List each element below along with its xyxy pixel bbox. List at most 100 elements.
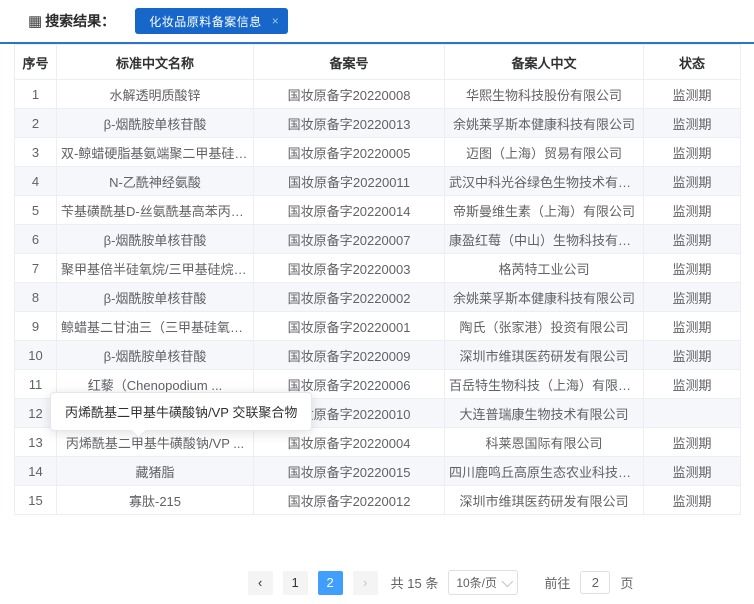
next-page-button[interactable]: › xyxy=(353,571,378,595)
table-row: 10β-烟酰胺单核苷酸国妆原备字20220009深圳市维琪医药研发有限公司监测期 xyxy=(15,341,741,370)
cell-standard-chinese-name[interactable]: 水解透明质酸锌 xyxy=(57,80,254,109)
cell-filing-number: 国妆原备字20220014 xyxy=(254,196,445,225)
cell-standard-chinese-name[interactable]: 藏猪脂 xyxy=(57,457,254,486)
cell-registrant: 帝斯曼维生素（上海）有限公司 xyxy=(445,196,644,225)
jump-page-input[interactable] xyxy=(580,571,610,594)
cell-registrant: 深圳市维琪医药研发有限公司 xyxy=(445,486,644,515)
cell-filing-number: 国妆原备字20220008 xyxy=(254,80,445,109)
cell-registrant: 陶氏（张家港）投资有限公司 xyxy=(445,312,644,341)
cell-filing-number: 国妆原备字20220015 xyxy=(254,457,445,486)
cell-status: 监测期 xyxy=(644,80,741,109)
cell-registrant: 武汉中科光谷绿色生物技术有限公... xyxy=(445,167,644,196)
cell-registrant: 四川鹿鸣丘高原生态农业科技有限... xyxy=(445,457,644,486)
chevron-down-icon xyxy=(502,575,513,586)
cell-registrant: 康盈红莓（中山）生物科技有限公... xyxy=(445,225,644,254)
cell-index: 15 xyxy=(15,486,57,515)
cell-standard-chinese-name[interactable]: 聚甲基倍半硅氧烷/三甲基硅烷氧... xyxy=(57,254,254,283)
close-icon[interactable]: × xyxy=(272,15,279,27)
cell-registrant: 迈图（上海）贸易有限公司 xyxy=(445,138,644,167)
cell-index: 6 xyxy=(15,225,57,254)
cell-index: 3 xyxy=(15,138,57,167)
table-row: 14藏猪脂国妆原备字20220015四川鹿鸣丘高原生态农业科技有限...监测期 xyxy=(15,457,741,486)
cell-status: 监测期 xyxy=(644,196,741,225)
search-results-label: 搜索结果： xyxy=(45,11,115,31)
cell-index: 13 xyxy=(15,428,57,457)
cell-registrant: 科莱恩国际有限公司 xyxy=(445,428,644,457)
tooltip-text: 丙烯酰基二甲基牛磺酸钠/VP 交联聚合物 xyxy=(65,405,297,420)
cell-standard-chinese-name[interactable]: 鲸蜡基二甘油三（三甲基硅氧基）... xyxy=(57,312,254,341)
cell-index: 2 xyxy=(15,109,57,138)
tab-cosmetic-raw-material-filing-info[interactable]: 化妆品原料备案信息 × xyxy=(135,8,288,34)
cell-filing-number: 国妆原备字20220013 xyxy=(254,109,445,138)
cell-registrant: 大连普瑞康生物技术有限公司 xyxy=(445,399,644,428)
cell-registrant: 华熙生物科技股份有限公司 xyxy=(445,80,644,109)
results-table: 序号 标准中文名称 备案号 备案人中文 状态 1水解透明质酸锌国妆原备字2022… xyxy=(14,44,741,515)
cell-status: 监测期 xyxy=(644,254,741,283)
cell-status: 监测期 xyxy=(644,457,741,486)
jump-prefix-label: 前往 xyxy=(544,573,570,592)
cell-filing-number: 国妆原备字20220007 xyxy=(254,225,445,254)
cell-standard-chinese-name[interactable]: β-烟酰胺单核苷酸 xyxy=(57,341,254,370)
cell-standard-chinese-name[interactable]: 寡肽-215 xyxy=(57,486,254,515)
tooltip: 丙烯酰基二甲基牛磺酸钠/VP 交联聚合物 xyxy=(50,392,312,431)
total-count-label: 共 15 条 xyxy=(391,573,439,592)
cell-standard-chinese-name[interactable]: β-烟酰胺单核苷酸 xyxy=(57,109,254,138)
cell-standard-chinese-name[interactable]: 苄基磺酰基D-丝氨酰基高苯丙氨... xyxy=(57,196,254,225)
cell-filing-number: 国妆原备字20220002 xyxy=(254,283,445,312)
cell-filing-number: 国妆原备字20220012 xyxy=(254,486,445,515)
cell-index: 1 xyxy=(15,80,57,109)
cell-registrant: 格苪特工业公司 xyxy=(445,254,644,283)
column-header-filing-number: 备案号 xyxy=(254,45,445,80)
grid-icon: ▦ xyxy=(28,14,42,29)
cell-index: 8 xyxy=(15,283,57,312)
cell-registrant: 余姚莱孚斯本健康科技有限公司 xyxy=(445,283,644,312)
cell-filing-number: 国妆原备字20220005 xyxy=(254,138,445,167)
cell-standard-chinese-name[interactable]: 双-鲸蜡硬脂基氨端聚二甲基硅氧... xyxy=(57,138,254,167)
cell-filing-number: 国妆原备字20220003 xyxy=(254,254,445,283)
table-row: 2β-烟酰胺单核苷酸国妆原备字20220013余姚莱孚斯本健康科技有限公司监测期 xyxy=(15,109,741,138)
results-table-body: 1水解透明质酸锌国妆原备字20220008华熙生物科技股份有限公司监测期2β-烟… xyxy=(15,80,741,515)
cell-status: 监测期 xyxy=(644,341,741,370)
page-button-2[interactable]: 2 xyxy=(318,571,343,595)
cell-status: 监测期 xyxy=(644,225,741,254)
pagination: ‹ 1 2 › 共 15 条 10条/页 前往 页 xyxy=(0,570,754,595)
cell-filing-number: 国妆原备字20220001 xyxy=(254,312,445,341)
cell-standard-chinese-name[interactable]: β-烟酰胺单核苷酸 xyxy=(57,225,254,254)
table-row: 6β-烟酰胺单核苷酸国妆原备字20220007康盈红莓（中山）生物科技有限公..… xyxy=(15,225,741,254)
cell-filing-number: 国妆原备字20220009 xyxy=(254,341,445,370)
cell-index: 4 xyxy=(15,167,57,196)
cell-status: 监测期 xyxy=(644,109,741,138)
cell-registrant: 余姚莱孚斯本健康科技有限公司 xyxy=(445,109,644,138)
cell-standard-chinese-name[interactable]: β-烟酰胺单核苷酸 xyxy=(57,283,254,312)
table-row: 3双-鲸蜡硬脂基氨端聚二甲基硅氧...国妆原备字20220005迈图（上海）贸易… xyxy=(15,138,741,167)
cell-status: 监测期 xyxy=(644,138,741,167)
cell-index: 5 xyxy=(15,196,57,225)
table-row: 15寡肽-215国妆原备字20220012深圳市维琪医药研发有限公司监测期 xyxy=(15,486,741,515)
cell-status: 监测期 xyxy=(644,312,741,341)
cell-filing-number: 国妆原备字20220004 xyxy=(254,428,445,457)
table-row: 13丙烯酰基二甲基牛磺酸钠/VP ...国妆原备字20220004科莱恩国际有限… xyxy=(15,428,741,457)
cell-status: 监测期 xyxy=(644,167,741,196)
jump-suffix-label: 页 xyxy=(620,573,633,592)
cell-index: 14 xyxy=(15,457,57,486)
cell-status: 监测期 xyxy=(644,486,741,515)
cell-standard-chinese-name[interactable]: N-乙酰神经氨酸 xyxy=(57,167,254,196)
column-header-standard-chinese-name: 标准中文名称 xyxy=(57,45,254,80)
cell-standard-chinese-name[interactable]: 丙烯酰基二甲基牛磺酸钠/VP ... xyxy=(57,428,254,457)
table-row: 1水解透明质酸锌国妆原备字20220008华熙生物科技股份有限公司监测期 xyxy=(15,80,741,109)
cell-filing-number: 国妆原备字20220011 xyxy=(254,167,445,196)
table-row: 7聚甲基倍半硅氧烷/三甲基硅烷氧...国妆原备字20220003格苪特工业公司监… xyxy=(15,254,741,283)
tab-label: 化妆品原料备案信息 xyxy=(149,13,262,30)
table-row: 9鲸蜡基二甘油三（三甲基硅氧基）...国妆原备字20220001陶氏（张家港）投… xyxy=(15,312,741,341)
table-row: 4N-乙酰神经氨酸国妆原备字20220011武汉中科光谷绿色生物技术有限公...… xyxy=(15,167,741,196)
page-button-1[interactable]: 1 xyxy=(283,571,308,595)
cell-index: 9 xyxy=(15,312,57,341)
table-row: 8β-烟酰胺单核苷酸国妆原备字20220002余姚莱孚斯本健康科技有限公司监测期 xyxy=(15,283,741,312)
page-size-value: 10条/页 xyxy=(456,574,497,591)
column-header-status: 状态 xyxy=(644,45,741,80)
search-results-header: ▦ 搜索结果： 化妆品原料备案信息 × xyxy=(0,0,754,44)
page-size-select[interactable]: 10条/页 xyxy=(448,570,518,595)
table-header-row: 序号 标准中文名称 备案号 备案人中文 状态 xyxy=(15,45,741,80)
cell-status: 监测期 xyxy=(644,370,741,399)
prev-page-button[interactable]: ‹ xyxy=(248,571,273,595)
